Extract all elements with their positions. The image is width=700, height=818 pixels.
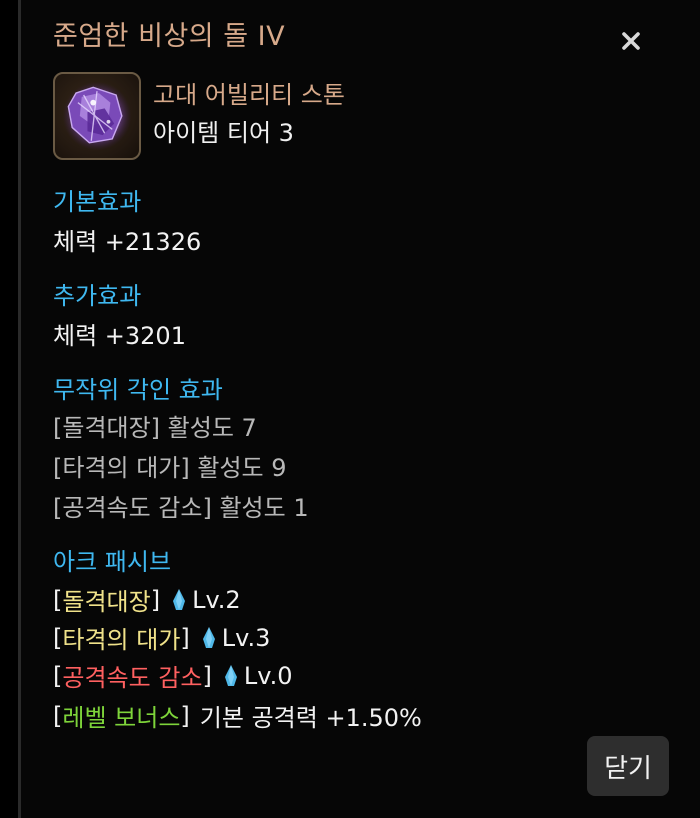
extra-effect-heading: 추가효과	[53, 282, 142, 310]
ark-passive-name: 돌격대장	[62, 588, 151, 616]
extra-effect-value: 체력 +3201	[53, 322, 186, 350]
random-engraving-line: [공격속도 감소] 활성도 1	[53, 494, 309, 522]
random-engraving-line: [돌격대장] 활성도 7	[53, 414, 257, 442]
ark-passive-level: Lv.0	[243, 661, 293, 690]
gem-icon	[202, 626, 216, 649]
item-meta: 고대 어빌리티 스톤 아이템 티어 3	[153, 78, 345, 150]
ark-passive-entry: [타격의 대가] Lv.3	[53, 620, 270, 655]
ability-stone-icon	[53, 72, 141, 160]
close-icon[interactable]	[616, 26, 646, 56]
item-type: 고대 어빌리티 스톤	[153, 81, 345, 109]
ark-passive-level: Lv.3	[221, 623, 271, 652]
level-bonus-text: 기본 공격력 +1.50%	[199, 704, 422, 732]
basic-effect-heading: 기본효과	[53, 188, 142, 216]
item-tier: 아이템 티어 3	[153, 119, 294, 147]
ark-passive-level: Lv.2	[192, 585, 241, 614]
gem-icon	[172, 588, 186, 611]
close-button[interactable]: 닫기	[587, 736, 669, 796]
item-title: 준엄한 비상의 돌 IV	[53, 21, 286, 52]
ark-passive-entry: [돌격대장] Lv.2	[53, 582, 241, 617]
ark-passive-name: 공격속도 감소	[62, 664, 203, 692]
level-bonus-entry: [레벨 보너스] 기본 공격력 +1.50%	[53, 698, 422, 733]
random-engraving-line: [타격의 대가] 활성도 9	[53, 454, 287, 482]
gem-icon	[224, 664, 238, 687]
basic-effect-value: 체력 +21326	[53, 228, 202, 256]
random-engraving-heading: 무작위 각인 효과	[53, 376, 223, 404]
ark-passive-heading: 아크 패시브	[53, 548, 172, 576]
ark-passive-name: 타격의 대가	[62, 626, 181, 654]
item-tooltip-panel: 준엄한 비상의 돌 IV 고대 어빌리티 스톤 아이템 티어 3 기본효과 체력…	[18, 0, 700, 818]
level-bonus-name: 레벨 보너스	[62, 704, 181, 732]
ark-passive-entry: [공격속도 감소] Lv.0	[53, 658, 292, 693]
